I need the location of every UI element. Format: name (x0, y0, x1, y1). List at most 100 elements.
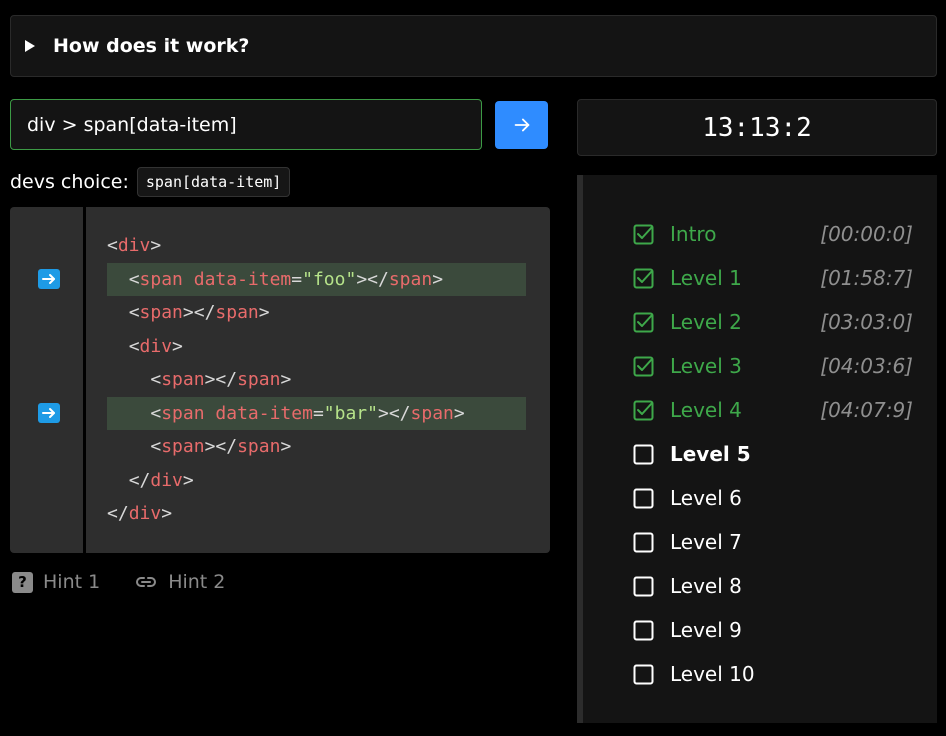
code-tag: div (139, 335, 173, 357)
level-item[interactable]: Level 8 (633, 570, 913, 602)
level-name: Level 5 (670, 442, 751, 466)
level-item[interactable]: Level 4 [04:07:9] (633, 394, 913, 426)
code-line: <span data-item="bar"></span> (107, 396, 526, 430)
code-line: <span></span> (107, 296, 526, 329)
code-tag: span (215, 302, 259, 323)
code-bracket: > (356, 268, 368, 290)
level-item[interactable]: Level 5 (633, 438, 913, 470)
level-name: Level 4 (670, 398, 742, 422)
code-bracket: </ (193, 302, 216, 323)
level-name: Level 9 (670, 618, 742, 642)
code-tag: div (117, 235, 151, 256)
checkbox-empty-icon (633, 620, 654, 641)
how-it-works-accordion[interactable]: How does it work? (10, 15, 937, 77)
code-tag: span (237, 436, 281, 457)
arrow-right-box-icon (38, 402, 60, 423)
code-bracket: > (377, 402, 389, 424)
level-name: Level 7 (670, 530, 742, 554)
arrow-right-icon (514, 118, 529, 132)
code-line: <span></span> (107, 363, 526, 396)
page: How does it work? devs choice: span[data… (0, 0, 946, 736)
code-bracket: > (280, 369, 292, 390)
devs-choice-code: span[data-item] (136, 167, 291, 197)
code-bracket: < (128, 268, 140, 290)
level-time: [04:07:9] (820, 398, 913, 422)
question-box-icon: ? (12, 571, 33, 593)
code-bracket: < (128, 335, 140, 357)
code-bracket: </ (215, 436, 238, 457)
level-item[interactable]: Level 7 (633, 526, 913, 558)
selector-input[interactable] (10, 99, 482, 150)
code-line: <span data-item="foo"></span> (107, 262, 526, 296)
level-name: Level 6 (670, 486, 742, 510)
code-bracket: > (280, 436, 292, 457)
level-name: Intro (670, 222, 717, 246)
checkbox-checked-icon (633, 268, 654, 289)
code-tag: span (139, 268, 183, 290)
triangle-right-icon (25, 40, 35, 52)
level-item[interactable]: Level 1 [01:58:7] (633, 262, 913, 294)
code-bracket: </ (388, 402, 411, 424)
checkbox-checked-icon (633, 356, 654, 377)
level-time: [04:03:6] (820, 354, 913, 378)
timer: 13:13:2 (577, 99, 937, 156)
hint-1-label: Hint 1 (43, 571, 101, 593)
code-equals: = (312, 402, 324, 424)
level-item[interactable]: Level 3 [04:03:6] (633, 350, 913, 382)
code-bracket: < (128, 302, 140, 323)
level-item[interactable]: Level 6 (633, 482, 913, 514)
code-bracket: > (453, 402, 465, 424)
code-equals: = (291, 268, 303, 290)
code-bracket: </ (107, 503, 129, 524)
level-name: Level 2 (670, 310, 742, 334)
link-icon (136, 577, 157, 587)
level-time: [01:58:7] (820, 266, 913, 290)
code-bracket: > (150, 235, 162, 256)
checkbox-empty-icon (633, 488, 654, 509)
arrow-right-box-icon (38, 268, 60, 289)
level-list: Intro [00:00:0] Level 1 [01:58:7] Level 2 [03… (577, 175, 937, 723)
code-bracket: < (107, 235, 118, 256)
checkbox-empty-icon (633, 664, 654, 685)
code-bracket: > (204, 436, 216, 457)
level-item[interactable]: Level 2 [03:03:0] (633, 306, 913, 338)
submit-button[interactable] (495, 101, 548, 149)
code-tag: span (139, 302, 183, 323)
code-bracket: > (204, 369, 216, 390)
code-string: "foo" (302, 268, 357, 290)
code-line: <div> (107, 330, 526, 363)
code-view: <div> <span data-item="foo"></span> <spa… (86, 207, 550, 553)
level-time: [03:03:0] (820, 310, 913, 334)
code-bracket: > (182, 302, 194, 323)
level-item[interactable]: Level 9 (633, 614, 913, 646)
code-line: <span></span> (107, 430, 526, 463)
code-bracket: < (150, 369, 162, 390)
code-tag: span (410, 402, 454, 424)
code-bracket: </ (215, 369, 238, 390)
level-time: [00:00:0] (820, 222, 913, 246)
accordion-title: How does it work? (53, 35, 250, 57)
checkbox-checked-icon (633, 224, 654, 245)
devs-choice: devs choice: span[data-item] (10, 166, 291, 198)
code-attr: data-item (215, 402, 313, 424)
checkbox-empty-icon (633, 576, 654, 597)
code-bracket: > (258, 302, 270, 323)
hint-1-button[interactable]: ? Hint 1 (12, 571, 100, 593)
level-item[interactable]: Level 10 (633, 658, 913, 690)
hint-2-button[interactable]: Hint 2 (134, 570, 225, 594)
code-bracket: < (150, 436, 162, 457)
code-tag: span (388, 268, 433, 290)
code-bracket: > (182, 469, 194, 491)
level-item[interactable]: Intro [00:00:0] (633, 218, 913, 250)
code-bracket: > (161, 503, 173, 524)
checkbox-checked-icon (633, 312, 654, 333)
code-gutter (10, 207, 83, 553)
